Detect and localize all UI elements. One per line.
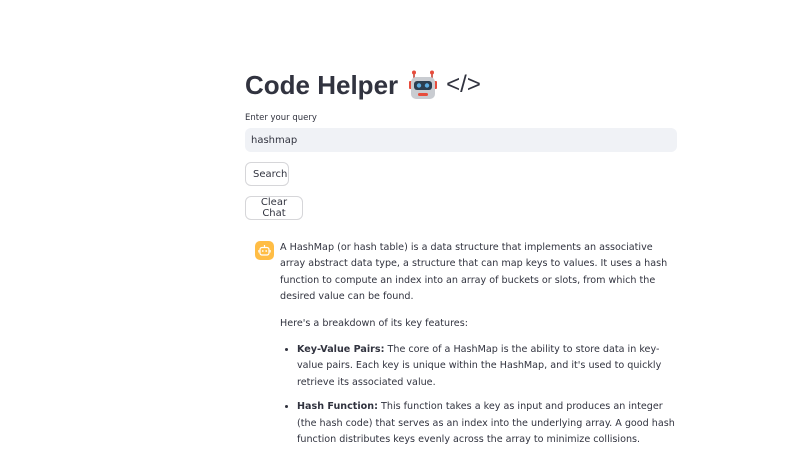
list-item: Key-Value Pairs: The core of a HashMap i… xyxy=(297,342,677,391)
query-input[interactable] xyxy=(245,128,677,152)
code-tag-text: </> xyxy=(446,71,481,98)
message-breakdown: Here's a breakdown of its key features: xyxy=(280,317,468,329)
robot-icon xyxy=(409,70,438,99)
list-item: Hash Function: This function takes a key… xyxy=(297,399,677,448)
message-body: A HashMap (or hash table) is a data stru… xyxy=(280,240,677,456)
search-button[interactable]: Search xyxy=(245,162,289,186)
page-title: Code Helper </> xyxy=(245,66,481,104)
feature-term: Key-Value Pairs: xyxy=(297,344,385,356)
clear-chat-button[interactable]: Clear Chat xyxy=(245,196,303,220)
feature-term: Hash Function: xyxy=(297,401,378,413)
feature-list: Key-Value Pairs: The core of a HashMap i… xyxy=(280,342,677,448)
message-intro: A HashMap (or hash table) is a data stru… xyxy=(280,242,668,303)
bot-avatar xyxy=(255,241,274,260)
page-title-text: Code Helper xyxy=(245,69,399,100)
query-label: Enter your query xyxy=(245,113,317,123)
bot-icon xyxy=(258,245,271,256)
